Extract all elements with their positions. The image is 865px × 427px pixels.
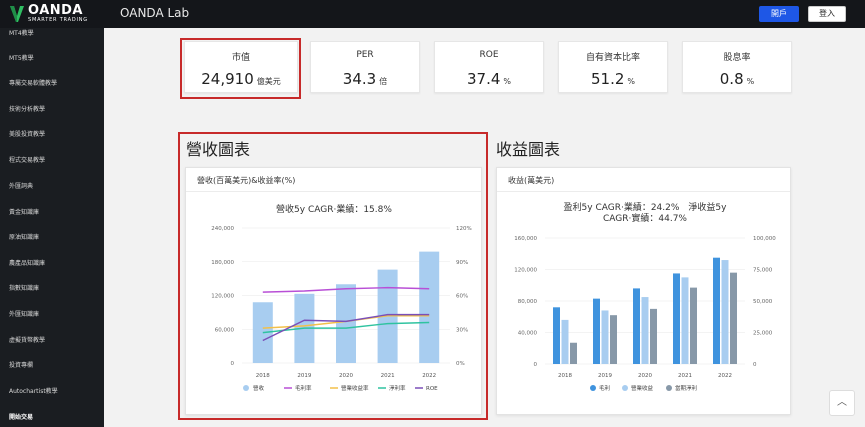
sidebar-item-agriculture[interactable]: 農產品知識庫 — [9, 258, 45, 267]
y-tick-label: 40,000 — [518, 331, 538, 337]
sidebar-item-algo-trading[interactable]: 程式交易教學 — [9, 155, 45, 164]
x-tick-label: 2018 — [558, 373, 572, 379]
sidebar-item-crypto[interactable]: 虛擬貨幣教學 — [9, 335, 45, 344]
y-tick-label: 160,000 — [514, 236, 537, 242]
y-tick-label: 120,000 — [514, 268, 537, 274]
metric-label: 自有資本比率 — [585, 53, 640, 63]
y2-tick-label: 100,000 — [753, 236, 776, 242]
sidebar-item-indices[interactable]: 指數知識庫 — [9, 283, 39, 292]
metric-value: 37.4% — [466, 70, 511, 88]
earnings-bar — [641, 297, 649, 364]
revenue-chart-highlight — [178, 132, 488, 420]
earnings-chart-card: 收益(萬美元) 盈利5y CAGR·業績：24.2% 淨收益5y CAGR·實績：… — [496, 167, 791, 415]
logo-text: OANDA — [28, 3, 83, 18]
sidebar-item-start-trading[interactable]: 開始交易 — [9, 412, 33, 421]
scroll-to-top-button[interactable]: ︿ — [829, 390, 855, 416]
metric-card-roe: ROE 37.4% — [434, 41, 544, 93]
sidebar-item-technical-analysis[interactable]: 技術分析教學 — [9, 104, 45, 113]
oanda-logo[interactable]: OANDA SMARTER TRADING — [8, 3, 108, 25]
metric-label: PER — [356, 50, 374, 60]
metric-label: ROE — [479, 50, 499, 60]
legend-swatch — [622, 385, 628, 391]
chevron-up-icon: ︿ — [837, 397, 847, 408]
top-navbar: OANDA SMARTER TRADING OANDA Lab 開戶 登入 — [0, 0, 865, 28]
logo-mark-icon — [10, 6, 24, 22]
earnings-bar — [561, 319, 569, 364]
sidebar-item-trading-software[interactable]: 專屬交易軟體教學 — [9, 78, 57, 87]
sidebar-item-fx-knowledge[interactable]: 外匯知識庫 — [9, 309, 39, 318]
legend-swatch — [590, 385, 596, 391]
earnings-bar — [570, 342, 577, 364]
legend-label: 毛利 — [599, 384, 610, 392]
sidebar-item-gold[interactable]: 黃金知識庫 — [9, 207, 39, 216]
earnings-bar — [601, 310, 609, 364]
app-title: OANDA Lab — [120, 6, 190, 20]
login-button[interactable]: 登入 — [808, 6, 846, 22]
x-tick-label: 2022 — [718, 373, 732, 379]
sidebar: MT4教學 MT5教學 專屬交易軟體教學 技術分析教學 美股投資教學 程式交易教… — [0, 28, 104, 427]
x-tick-label: 2021 — [678, 373, 692, 379]
earnings-bar — [721, 260, 729, 364]
y2-tick-label: 25,000 — [753, 331, 773, 337]
earnings-bar — [553, 307, 560, 364]
x-tick-label: 2020 — [638, 373, 652, 379]
market-cap-highlight — [180, 38, 301, 99]
metric-value: 34.3 倍 — [342, 70, 388, 88]
earnings-chart: 盈利5y CAGR·業績：24.2% 淨收益5yCAGR·實績：44.7% 0 40… — [514, 201, 776, 392]
sidebar-item-us-stocks[interactable]: 美股投資教學 — [9, 129, 45, 138]
chart-title-line: CAGR·實績：44.7% — [603, 212, 687, 224]
legend-label: 當期淨利 — [675, 384, 697, 392]
metric-card-dividend-yield: 股息率 0.8% — [682, 41, 792, 93]
metric-value: 51.2% — [590, 70, 635, 88]
y-tick-label: 0 — [534, 362, 538, 368]
sidebar-item-column[interactable]: 投資專欄 — [9, 360, 33, 369]
earnings-bar — [690, 287, 697, 364]
metric-card-equity-ratio: 自有資本比率 51.2% — [558, 41, 668, 93]
open-account-button[interactable]: 開戶 — [759, 6, 799, 22]
metric-value: 0.8% — [719, 70, 755, 88]
sidebar-item-mt4[interactable]: MT4教學 — [9, 28, 34, 37]
earnings-bar — [681, 277, 689, 364]
sidebar-item-crude-oil[interactable]: 原油知識庫 — [9, 232, 39, 241]
sidebar-item-mt5[interactable]: MT5教學 — [9, 53, 34, 62]
metric-label: 股息率 — [723, 53, 751, 63]
earnings-section-title: 收益圖表 — [496, 140, 561, 159]
sidebar-item-autochartist[interactable]: Autochartist教學 — [9, 386, 58, 395]
chart-title-line: 盈利5y CAGR·業績：24.2% 淨收益5y — [564, 201, 728, 213]
metric-card-per: PER 34.3 倍 — [310, 41, 420, 93]
earnings-bar — [650, 308, 657, 364]
y2-tick-label: 75,000 — [753, 268, 773, 274]
main-content: 市值 24,910 億美元 PER 34.3 倍 ROE 37.4% 自有資本比率 … — [104, 28, 865, 427]
legend-label: 營業收益 — [631, 384, 654, 392]
earnings-bar — [713, 257, 720, 364]
earnings-bar — [673, 273, 680, 364]
earnings-bar — [730, 272, 737, 364]
sidebar-item-fx-dictionary[interactable]: 外匯詞典 — [9, 181, 33, 190]
y-tick-label: 80,000 — [518, 299, 538, 305]
earnings-bar — [633, 288, 640, 364]
x-tick-label: 2019 — [598, 373, 612, 379]
y2-tick-label: 0 — [753, 362, 757, 368]
y2-tick-label: 50,000 — [753, 299, 773, 305]
earnings-bar — [610, 315, 617, 364]
earnings-bar — [593, 298, 600, 364]
legend-swatch — [666, 385, 672, 391]
logo-subtext: SMARTER TRADING — [28, 17, 88, 23]
